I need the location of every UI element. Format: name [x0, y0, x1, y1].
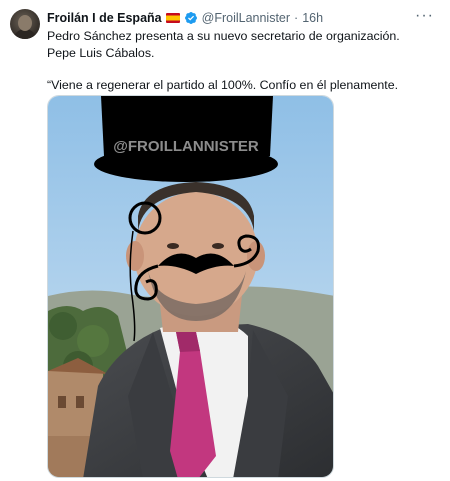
author-name[interactable]: Froilán I de España [47, 11, 162, 25]
author-handle[interactable]: @FroilLannister [202, 11, 290, 25]
separator-dot: · [294, 11, 299, 25]
avatar-face [18, 15, 32, 31]
tweet-text-line2: “Viene a regenerar el partido al 100%. C… [47, 78, 399, 92]
tweet-text: Pedro Sánchez presenta a su nuevo secret… [47, 28, 427, 94]
verified-badge-icon[interactable] [184, 11, 198, 25]
tweet: Froilán I de España @FroilLannister · 16… [0, 0, 450, 481]
timestamp[interactable]: 16h [302, 11, 323, 25]
tweet-header: Froilán I de España @FroilLannister · 16… [47, 10, 323, 26]
avatar[interactable] [10, 9, 40, 39]
spain-flag-icon [165, 13, 180, 23]
tweet-text-line1: Pedro Sánchez presenta a su nuevo secret… [47, 29, 400, 60]
tweet-media-image[interactable]: @FROILLANNISTER [47, 95, 334, 478]
media-watermark: @FROILLANNISTER [113, 138, 259, 155]
more-options-icon[interactable]: ··· [415, 7, 434, 25]
